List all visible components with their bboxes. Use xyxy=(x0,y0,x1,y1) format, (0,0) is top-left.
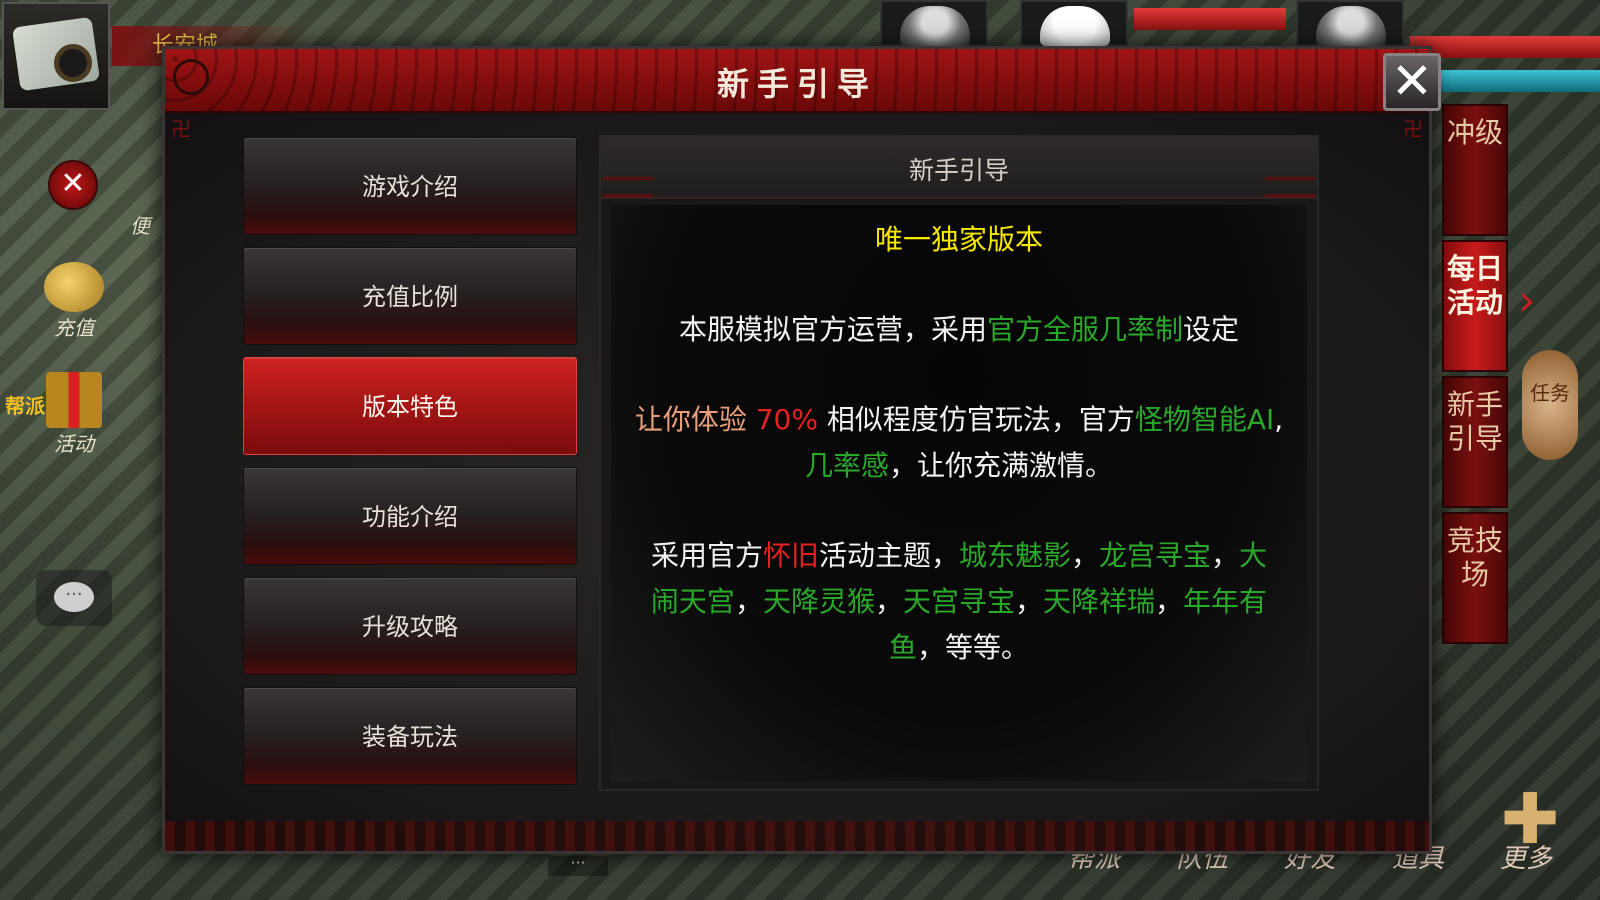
guide-menu: 游戏介绍 充值比例 版本特色 功能介绍 升级攻略 装备玩法 xyxy=(243,137,577,797)
activity-button[interactable]: 活动 xyxy=(34,372,114,457)
highlight-text: 天降灵猴 xyxy=(762,585,875,618)
chevron-right-icon[interactable]: › xyxy=(1518,278,1552,324)
text: ， xyxy=(1015,585,1044,618)
text: 本服模拟官方运营，采用 xyxy=(678,313,987,346)
tab-daily-activity[interactable]: 每日活动 xyxy=(1442,240,1508,372)
fret-ornament-icon xyxy=(603,177,653,197)
text: 活动主题， xyxy=(818,539,959,572)
corner-ornament-icon: 卍 xyxy=(1403,117,1423,141)
recharge-button[interactable]: 充值 xyxy=(34,262,114,341)
chat-button[interactable]: ··· xyxy=(36,570,112,626)
chat-icon: ··· xyxy=(54,582,94,612)
text: ， xyxy=(874,585,903,618)
panel-title: 新手引导 xyxy=(908,156,1009,185)
pet-portrait-tiger[interactable] xyxy=(880,0,988,46)
text: ，等等。 xyxy=(917,631,1030,664)
highlight-text: 几率感 xyxy=(804,449,889,482)
quest-lantern-button[interactable]: 任务 xyxy=(1522,350,1578,460)
highlight-text: 怀旧 xyxy=(762,539,819,572)
magnifier-icon xyxy=(54,44,92,82)
paragraph-2: 让你体验 70% 相似程度仿官玩法，官方怪物智能AI, 几率感，让你充满激情。 xyxy=(611,397,1307,489)
text: ，让你充满激情。 xyxy=(889,449,1114,482)
close-icon[interactable]: ✕ xyxy=(48,160,98,210)
panel-header: 新手引导 xyxy=(601,137,1317,199)
tab-newbie-guide[interactable]: 新手引导 xyxy=(1442,376,1508,508)
content-panel: 新手引导 唯一独家版本 本服模拟官方运营，采用官方全服几率制设定 让你体验 70… xyxy=(599,135,1319,791)
dialog-title: 新手引导 xyxy=(716,65,877,103)
text: ， xyxy=(1155,585,1184,618)
bottom-item-more[interactable]: 更多 xyxy=(1472,838,1580,875)
coins-icon xyxy=(44,262,104,312)
text: 相似程度仿官玩法，官方 xyxy=(817,403,1135,436)
activity-label: 活动 xyxy=(54,432,94,456)
menu-item-recharge-ratio[interactable]: 充值比例 xyxy=(243,247,577,345)
tiger-icon xyxy=(1316,6,1386,46)
menu-item-feature-intro[interactable]: 功能介绍 xyxy=(243,467,577,565)
text: , xyxy=(1274,403,1284,436)
hp-bar xyxy=(1134,8,1286,30)
tab-level-up[interactable]: 冲级 xyxy=(1442,104,1508,236)
headline: 唯一独家版本 xyxy=(874,223,1043,256)
newbie-guide-dialog: 新手引导 ✕ 卍 卍 游戏介绍 充值比例 版本特色 功能介绍 升级攻略 装备玩法… xyxy=(162,46,1441,854)
panel-content: 唯一独家版本 本服模拟官方运营，采用官方全服几率制设定 让你体验 70% 相似程… xyxy=(611,205,1307,781)
more-dots-icon[interactable]: ··· xyxy=(548,855,608,876)
paragraph-3: 采用官方怀旧活动主题，城东魅影，龙宫寻宝，大闹天宫，天降灵猴，天宫寻宝，天降祥瑞… xyxy=(611,533,1307,671)
menu-item-equipment[interactable]: 装备玩法 xyxy=(243,687,577,785)
menu-item-game-intro[interactable]: 游戏介绍 xyxy=(243,137,577,235)
gift-icon xyxy=(46,372,102,428)
paragraph-1: 本服模拟官方运营，采用官方全服几率制设定 xyxy=(611,307,1307,353)
highlight-text: 城东魅影 xyxy=(958,539,1071,572)
percent-text: 70% xyxy=(755,403,818,436)
tiger-icon xyxy=(900,6,970,46)
dialog-body: 卍 卍 游戏介绍 充值比例 版本特色 功能介绍 升级攻略 装备玩法 新手引导 唯… xyxy=(165,113,1429,851)
highlight-text: 怪物智能AI xyxy=(1134,403,1275,436)
text: ， xyxy=(734,585,763,618)
corner-ornament-icon: 卍 xyxy=(171,117,191,141)
pet-portrait-tiger-2[interactable] xyxy=(1296,0,1404,46)
bottom-trim xyxy=(165,821,1429,851)
highlight-text: 龙宫寻宝 xyxy=(1099,539,1212,572)
menu-item-version-features[interactable]: 版本特色 xyxy=(243,357,577,455)
text: 采用官方 xyxy=(650,539,763,572)
text: ， xyxy=(1071,539,1100,572)
pet-portrait-bear[interactable] xyxy=(1020,0,1128,46)
dialog-close-button[interactable]: ✕ xyxy=(1383,53,1441,111)
map-button[interactable] xyxy=(2,2,110,110)
menu-item-leveling-guide[interactable]: 升级攻略 xyxy=(243,577,577,675)
highlight-text: 天宫寻宝 xyxy=(902,585,1015,618)
tab-arena[interactable]: 竞技场 xyxy=(1442,512,1508,644)
highlight-text: 官方全服几率制 xyxy=(986,313,1183,346)
right-tabs: 冲级 每日活动 新手引导 竞技场 xyxy=(1442,104,1518,648)
text: 设定 xyxy=(1183,313,1240,346)
dialog-header: 新手引导 xyxy=(165,49,1429,114)
text: ， xyxy=(1211,539,1240,572)
fret-ornament-icon xyxy=(1265,177,1315,197)
left-label: 便 xyxy=(130,214,150,238)
recharge-label: 充值 xyxy=(54,316,94,340)
bear-icon xyxy=(1040,6,1110,46)
text: 让你体验 xyxy=(634,403,756,436)
highlight-text: 天降祥瑞 xyxy=(1043,585,1156,618)
